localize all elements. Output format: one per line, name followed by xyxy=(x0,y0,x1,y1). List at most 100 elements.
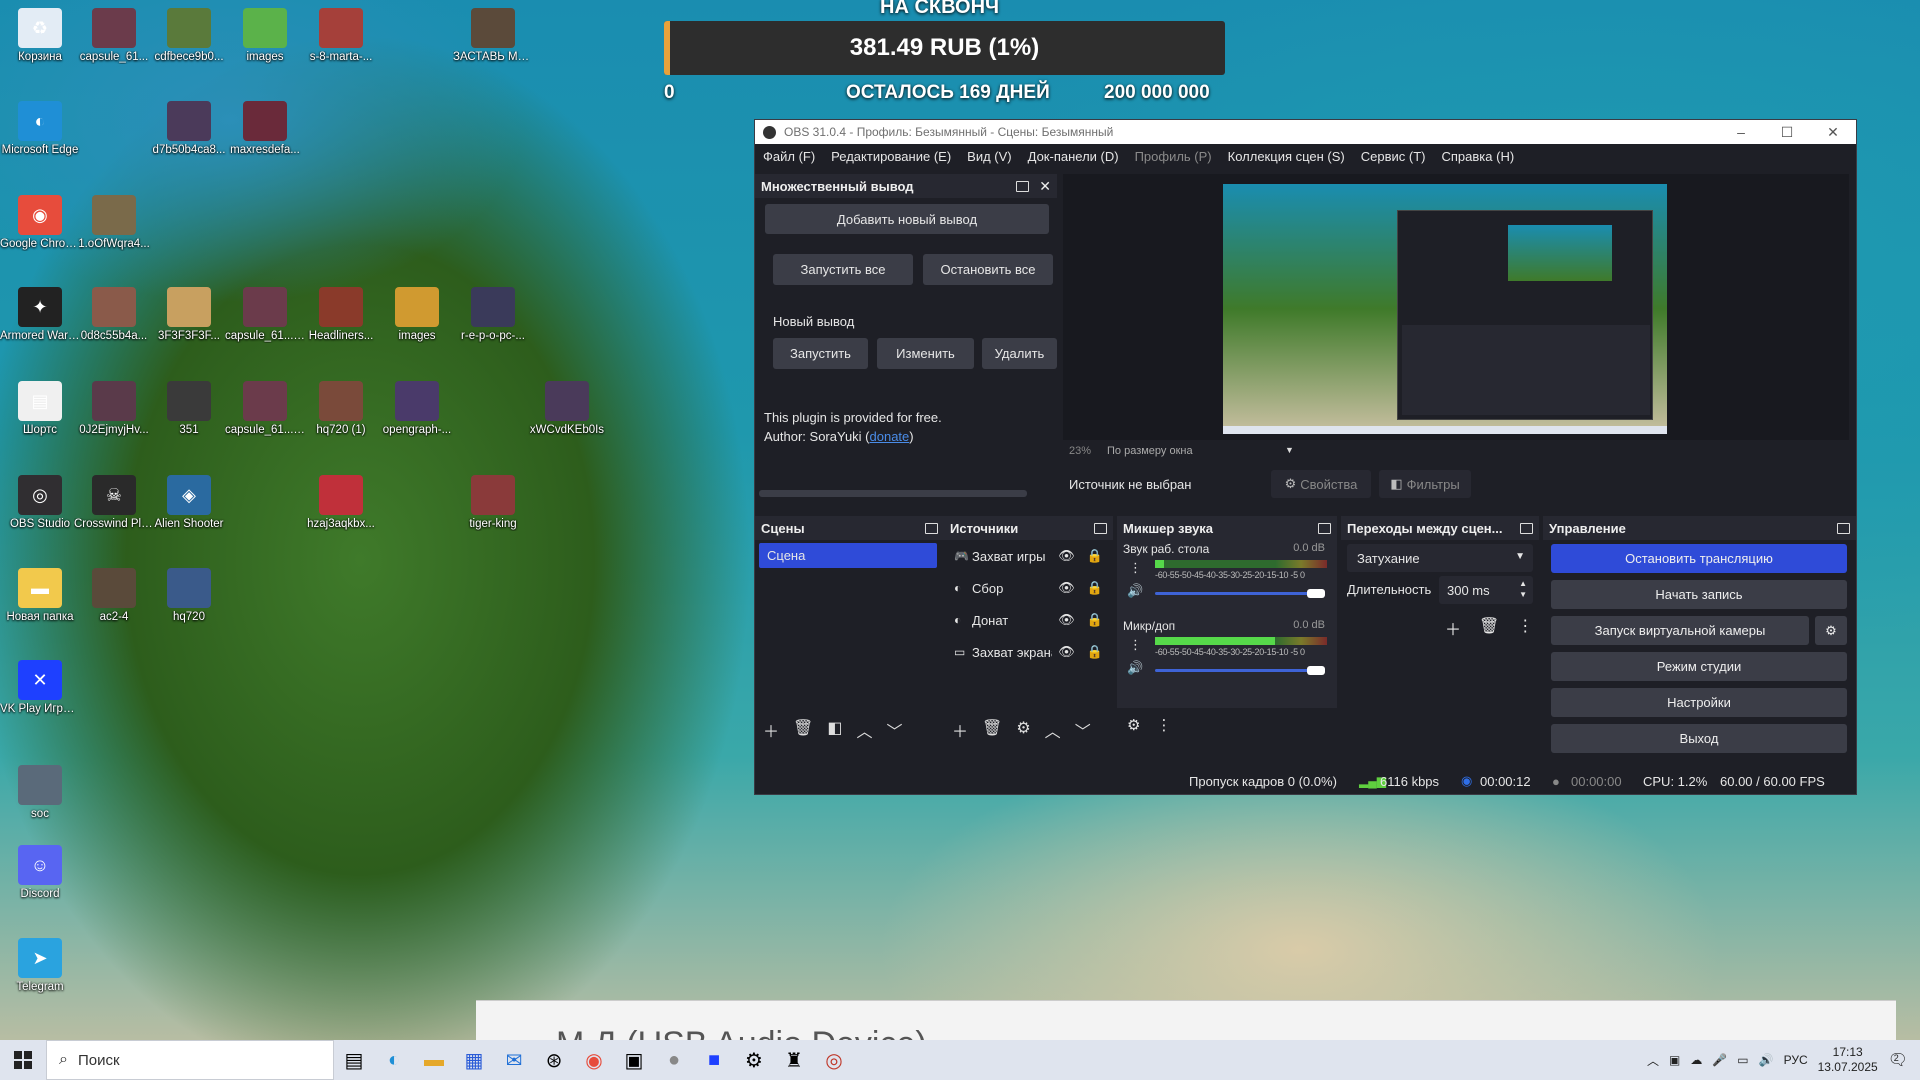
settings-button[interactable]: Настройки xyxy=(1551,688,1847,717)
edge-taskbar-icon[interactable]: ◐ xyxy=(374,1040,414,1080)
source-item[interactable]: ◐ Донат 👁 🔒 xyxy=(954,608,1109,632)
desktop-icon[interactable]: d7b50b4ca8... xyxy=(149,101,229,157)
undock-sources-icon[interactable] xyxy=(1094,522,1107,534)
desktop-icon[interactable]: capsule_61... (1) xyxy=(225,287,305,343)
eye-icon[interactable]: 👁 xyxy=(1058,580,1075,596)
game-app-icon[interactable]: ♜ xyxy=(774,1040,814,1080)
desktop-icon[interactable]: images xyxy=(225,8,305,64)
undock-controls-icon[interactable] xyxy=(1837,522,1850,534)
start-button[interactable] xyxy=(0,1040,46,1080)
language-indicator[interactable]: РУС xyxy=(1784,1053,1808,1067)
mixer-desktop-menu-icon[interactable]: ⋮ xyxy=(1129,560,1142,576)
desktop-icon[interactable]: ◎ OBS Studio xyxy=(0,475,80,531)
lock-icon[interactable]: 🔒 xyxy=(1087,548,1103,564)
desktop-icon[interactable]: ◐ Microsoft Edge xyxy=(0,101,80,157)
dock-scrollbar[interactable] xyxy=(759,490,1027,497)
stop-stream-button[interactable]: Остановить трансляцию xyxy=(1551,544,1847,573)
undock-icon[interactable] xyxy=(1016,180,1030,192)
source-up-icon[interactable]: ︿ xyxy=(1045,718,1061,742)
donate-link[interactable]: donate xyxy=(870,429,910,444)
generic-app-icon[interactable]: ● xyxy=(654,1040,694,1080)
mixer-mic-slider-knob[interactable] xyxy=(1307,666,1325,675)
menu-help[interactable]: Справка (H) xyxy=(1442,149,1515,164)
vk-play-taskbar-icon[interactable]: ■ xyxy=(694,1040,734,1080)
chrome-taskbar-icon[interactable]: ◉ xyxy=(574,1040,614,1080)
mixer-mic-slider[interactable] xyxy=(1155,669,1325,672)
menu-view[interactable]: Вид (V) xyxy=(967,149,1011,164)
onedrive-icon[interactable]: ☁ xyxy=(1690,1053,1702,1067)
delete-output-button[interactable]: Удалить xyxy=(982,338,1057,369)
desktop-icon[interactable]: opengraph-... xyxy=(377,381,457,437)
desktop-icon[interactable]: images xyxy=(377,287,457,343)
studio-mode-button[interactable]: Режим студии xyxy=(1551,652,1847,681)
virtual-camera-button[interactable]: Запуск виртуальной камеры xyxy=(1551,616,1809,645)
add-source-icon[interactable]: ＋ xyxy=(952,718,968,742)
start-output-button[interactable]: Запустить xyxy=(773,338,868,369)
notifications-icon[interactable]: 🗨 2 xyxy=(1888,1050,1908,1070)
clock[interactable]: 17:13 13.07.2025 xyxy=(1818,1045,1878,1075)
add-output-button[interactable]: Добавить новый вывод xyxy=(765,204,1049,234)
eye-icon[interactable]: 👁 xyxy=(1058,644,1075,660)
settings-taskbar-icon[interactable]: ⚙ xyxy=(734,1040,774,1080)
move-down-icon[interactable]: ﹀ xyxy=(886,718,902,742)
transition-select[interactable]: Затухание ▼ xyxy=(1347,544,1533,572)
stop-all-button[interactable]: Остановить все xyxy=(923,254,1053,285)
desktop-icon[interactable]: 0J2EjmyjHv... xyxy=(74,381,154,437)
close-icon[interactable]: ✕ xyxy=(1810,120,1856,144)
desktop-icon[interactable]: ☺ Discord xyxy=(0,845,80,901)
task-view-icon[interactable]: ▤ xyxy=(334,1040,374,1080)
menu-docks[interactable]: Док-панели (D) xyxy=(1028,149,1119,164)
desktop-icon[interactable]: 3F3F3F3F... xyxy=(149,287,229,343)
mixer-desktop-slider[interactable] xyxy=(1155,592,1325,595)
source-item[interactable]: ◐ Сбор 👁 🔒 xyxy=(954,576,1109,600)
desktop-icon[interactable]: maxresdefa... xyxy=(225,101,305,157)
mixer-desktop-volume-icon[interactable]: 🔊 xyxy=(1127,583,1143,599)
audio-device-window[interactable]: М Д (USB Audio Device) xyxy=(476,1000,1896,1040)
eye-icon[interactable]: 👁 xyxy=(1058,548,1075,564)
store-icon[interactable]: ▦ xyxy=(454,1040,494,1080)
menu-file[interactable]: Файл (F) xyxy=(763,149,815,164)
menu-tools[interactable]: Сервис (T) xyxy=(1361,149,1426,164)
file-explorer-icon[interactable]: ▬ xyxy=(414,1040,454,1080)
desktop-icon[interactable]: cdfbece9b0... xyxy=(149,8,229,64)
menu-scene-collection[interactable]: Коллекция сцен (S) xyxy=(1228,149,1345,164)
add-scene-icon[interactable]: ＋ xyxy=(763,718,779,742)
transition-menu-icon[interactable]: ⋮ xyxy=(1517,616,1533,640)
desktop-icon[interactable]: hzaj3aqkbx... xyxy=(301,475,381,531)
undock-transitions-icon[interactable] xyxy=(1520,522,1533,534)
desktop-icon[interactable]: ♻ Корзина xyxy=(0,8,80,64)
desktop-icon[interactable]: capsule_61... xyxy=(74,8,154,64)
remove-scene-icon[interactable]: 🗑 xyxy=(793,718,813,742)
source-item[interactable]: 🎮 Захват игры 👁 🔒 xyxy=(954,544,1109,568)
add-transition-icon[interactable]: ＋ xyxy=(1445,616,1461,640)
desktop-icon[interactable]: capsule_61... — копия xyxy=(225,381,305,437)
menu-profile[interactable]: Профиль (P) xyxy=(1135,149,1212,164)
mixer-desktop-slider-knob[interactable] xyxy=(1307,589,1325,598)
tray-overflow-icon[interactable]: ︿ xyxy=(1647,1052,1659,1069)
tray-app-icon[interactable]: ▣ xyxy=(1669,1053,1680,1067)
undock-scenes-icon[interactable] xyxy=(925,522,938,534)
desktop-icon[interactable]: ac2-4 xyxy=(74,568,154,624)
steam-icon[interactable]: ⊛ xyxy=(534,1040,574,1080)
outlook-icon[interactable]: ✉ xyxy=(494,1040,534,1080)
remove-source-icon[interactable]: 🗑 xyxy=(982,718,1002,742)
menu-edit[interactable]: Редактирование (E) xyxy=(831,149,951,164)
maximize-icon[interactable]: ☐ xyxy=(1764,120,1810,144)
desktop-icon[interactable]: xWCvdKEb0Is xyxy=(527,381,607,437)
desktop-icon[interactable]: 0d8c55b4a... xyxy=(74,287,154,343)
move-up-icon[interactable]: ︿ xyxy=(856,718,872,742)
desktop-icon[interactable]: r-e-p-o-pc-... xyxy=(453,287,533,343)
source-settings-icon[interactable]: ⚙ xyxy=(1016,718,1030,742)
undock-mixer-icon[interactable] xyxy=(1318,522,1331,534)
desktop-icon[interactable]: hq720 xyxy=(149,568,229,624)
desktop-icon[interactable]: ▬ Новая папка xyxy=(0,568,80,624)
desktop-icon[interactable]: ➤ Telegram xyxy=(0,938,80,994)
desktop-icon[interactable]: ◉ Google Chrome xyxy=(0,195,80,251)
duration-stepper-icon[interactable]: ▲ ▼ xyxy=(1519,578,1527,600)
virtual-camera-settings-icon[interactable]: ⚙ xyxy=(1815,616,1847,645)
lock-icon[interactable]: 🔒 xyxy=(1087,612,1103,628)
exit-button[interactable]: Выход xyxy=(1551,724,1847,753)
microphone-icon[interactable]: 🎤 xyxy=(1712,1053,1727,1067)
start-all-button[interactable]: Запустить все xyxy=(773,254,913,285)
lock-icon[interactable]: 🔒 xyxy=(1087,580,1103,596)
